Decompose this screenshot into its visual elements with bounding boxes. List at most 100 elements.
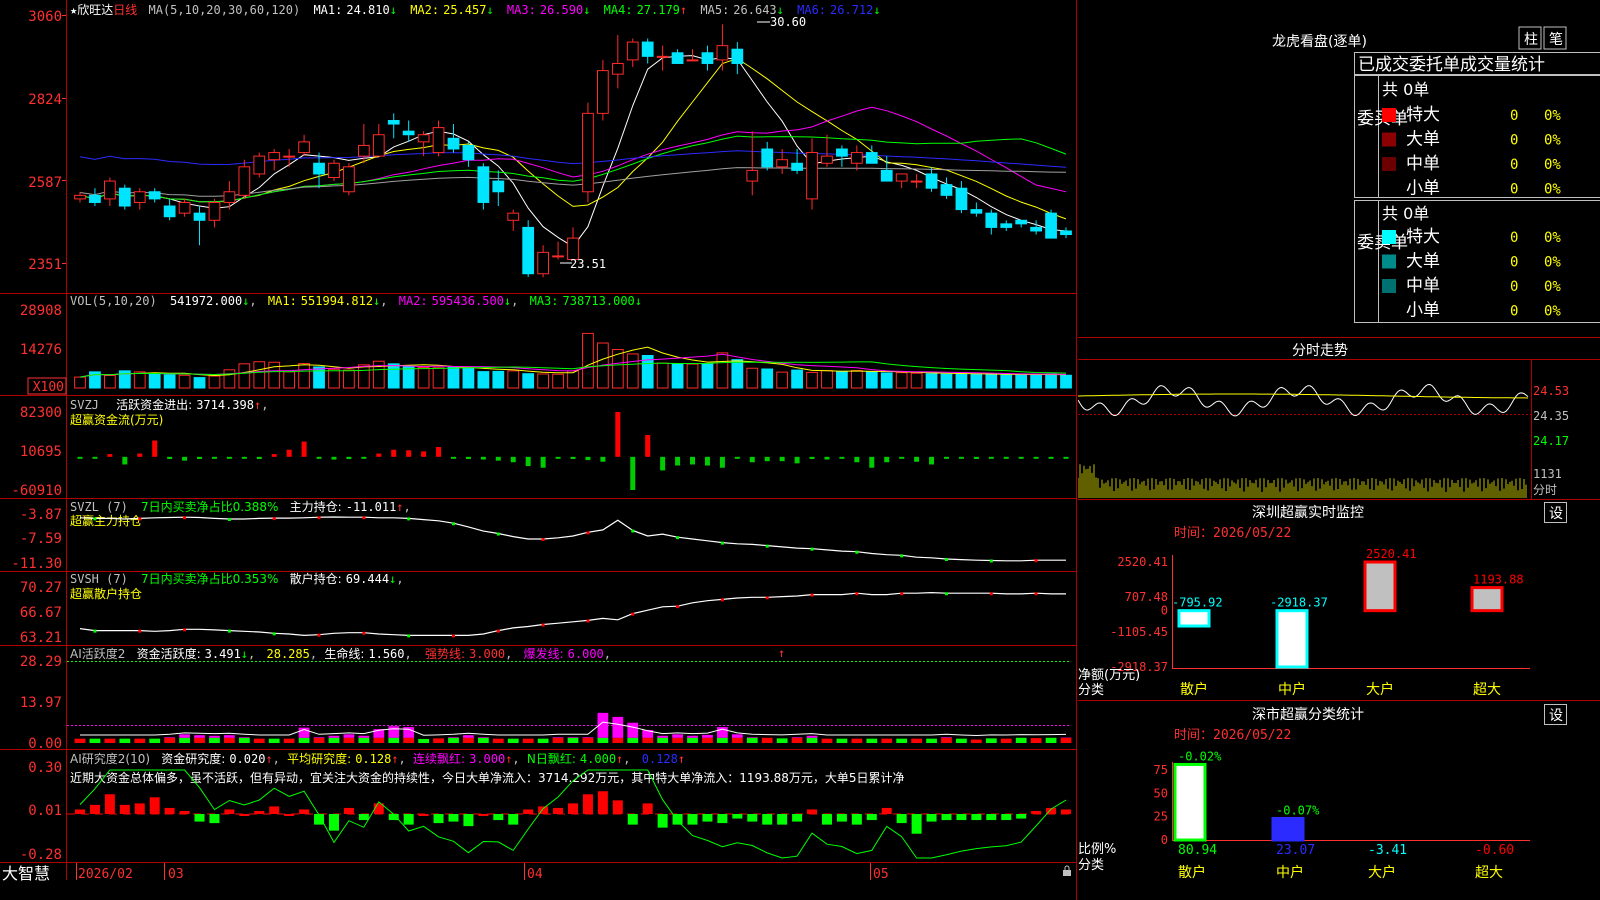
main-ytick: 2824	[28, 92, 62, 108]
trend-dot	[541, 623, 545, 627]
ai1-base-bar	[537, 738, 549, 743]
fs-lines	[1078, 383, 1529, 417]
ai1-bar	[209, 735, 220, 738]
candle-body	[238, 166, 251, 196]
lock-icon[interactable]	[1063, 865, 1071, 876]
ai2-bar	[104, 794, 115, 814]
sz-ytick: 2520.41	[1117, 555, 1168, 569]
vol-bar	[865, 371, 878, 389]
trend-dot	[407, 634, 411, 638]
trend-dot	[855, 550, 859, 554]
svzj-label: 活跃资金进出:	[116, 397, 192, 412]
svzj-bar	[809, 456, 815, 460]
sz-ylabel: 净额(万元)	[1078, 668, 1140, 683]
svzj-value: 3714.398	[196, 398, 254, 412]
ss-category: 超大	[1475, 865, 1503, 881]
svzj-bar	[884, 456, 890, 463]
ai2-bar	[971, 814, 982, 821]
svzj-bar	[764, 456, 770, 462]
ai2-bar	[642, 803, 653, 814]
candles	[74, 24, 1072, 278]
svzl-ytick: -7.59	[20, 531, 62, 547]
ai1-bar	[612, 716, 624, 738]
ai2-bar	[269, 806, 280, 814]
ma3-label: MA3:	[507, 3, 536, 17]
ai1-bars	[74, 712, 1072, 743]
ai1-base-bar	[448, 737, 459, 743]
vol-ma3-label: MA3:	[530, 294, 559, 308]
order-count: 0	[1510, 230, 1518, 246]
svzj-bar	[197, 456, 203, 460]
left-chart-area[interactable]: ★欣旺达日线 MA(5,10,20,30,60,120) MA1: 24.810↓…	[0, 0, 1078, 900]
low-price-label: 23.51	[570, 257, 606, 271]
candle-body	[955, 187, 968, 211]
order-count: 0	[1510, 304, 1518, 320]
ai2-l2: 平均研究度:	[287, 751, 351, 766]
ai1-base-bar	[582, 737, 594, 743]
candle-body	[925, 173, 938, 189]
svg-text:时间：2026/05/22: 时间：2026/05/22	[1174, 728, 1291, 743]
vol-bar	[850, 370, 863, 389]
ai1-bar	[224, 735, 235, 738]
candle-body	[910, 180, 923, 183]
svzj-bar	[570, 456, 576, 460]
ai1-base-bar	[1015, 737, 1027, 743]
ai1-base-bar	[881, 738, 893, 743]
ai1-base-bar	[806, 737, 818, 743]
ai2-bar	[1016, 814, 1027, 819]
legend-swatch	[1382, 279, 1396, 293]
vol-bar	[731, 359, 744, 389]
ai2-bar	[762, 814, 773, 825]
svzl-line	[79, 516, 1066, 563]
sz-ytick: 707.48	[1125, 590, 1168, 604]
legend-swatch	[1382, 181, 1396, 196]
vol-bar	[776, 371, 789, 389]
candle-body	[372, 134, 385, 157]
ai1-base-bar	[1000, 738, 1012, 743]
order-count: 0	[1510, 182, 1518, 198]
ai2-bar	[807, 809, 818, 814]
svzl-title: SVZL (7)	[70, 500, 128, 514]
svzj-bar	[899, 456, 905, 459]
trend-dot	[586, 531, 590, 535]
fs-price: 24.17	[1533, 434, 1569, 448]
candle-body	[178, 201, 191, 214]
ai1-base-bar	[418, 738, 429, 743]
ai1-base-bar	[731, 737, 743, 743]
ai1-base-bar	[791, 737, 803, 743]
svzj-bar	[973, 456, 979, 460]
svg-text:时间：2026/05/22: 时间：2026/05/22	[1174, 526, 1291, 541]
svzj-bar	[361, 456, 367, 459]
ss-category: 大户	[1368, 864, 1396, 881]
ai2-bar	[881, 807, 892, 814]
ss-time-label: 时间：	[1174, 728, 1213, 743]
ai1-bar	[343, 734, 355, 738]
vol-bar	[686, 363, 699, 389]
trend-dot	[183, 628, 187, 632]
svzj-ytick: -60910	[11, 483, 62, 499]
svg-text:SVZL (7) 7日内买卖净占比0.388%: SVZL (7) 7日内买卖净占比0.388% 主力持仓: -11.011↑,	[70, 499, 411, 514]
ai1-base-bar	[134, 738, 146, 743]
svzl-hold-value: -11.011	[346, 500, 397, 514]
candle-body	[1000, 223, 1013, 228]
ai1-base-bar	[836, 738, 848, 743]
candle-body	[283, 155, 296, 158]
svzl-ytick: -11.30	[11, 556, 62, 572]
order-type: 小单	[1406, 179, 1440, 199]
sz-bar	[1363, 560, 1397, 613]
svzj-bar	[1063, 456, 1069, 459]
vol-bar	[701, 363, 714, 389]
vol-ma1-label: MA1:	[268, 294, 297, 308]
vol-dir: ↓	[242, 294, 249, 308]
order-pct: 0%	[1544, 157, 1561, 173]
ai2-bar	[836, 814, 847, 822]
ai1-ytick: 13.97	[20, 695, 62, 711]
vol-bar	[716, 352, 729, 389]
vol-unit-label: X100	[33, 380, 64, 395]
trend-dot	[362, 631, 366, 635]
ss-time: 2026/05/22	[1213, 728, 1291, 743]
sell-total: 共 0单	[1382, 204, 1429, 223]
candle-body	[223, 191, 236, 203]
ai1-base-bar	[209, 737, 220, 743]
ai1-base-bar	[567, 737, 579, 743]
